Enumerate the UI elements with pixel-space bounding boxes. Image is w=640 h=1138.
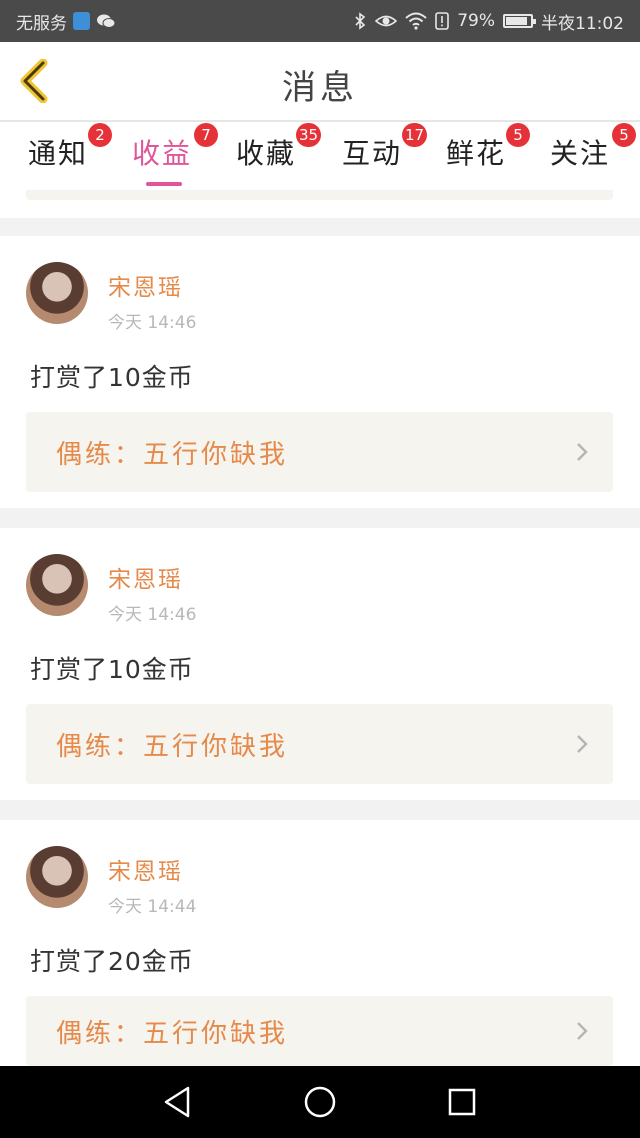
avatar[interactable] <box>26 262 88 324</box>
message-card: 宋恩瑶 今天 14:44 打赏了20金币 偶练：五行你缺我 <box>0 820 640 1066</box>
sim-alert-icon <box>435 12 450 30</box>
message-time: 今天 14:46 <box>108 605 197 625</box>
back-triangle-icon[interactable] <box>160 1084 196 1120</box>
tab-bar: 通知 2 收益 7 收藏 35 互动 17 鲜花 5 关注 5 <box>0 122 640 190</box>
tab-badge: 5 <box>612 123 636 147</box>
tab-earnings[interactable]: 收益 7 <box>132 123 218 186</box>
bluetooth-icon <box>355 12 366 30</box>
wifi-icon <box>405 12 427 30</box>
message-text: 打赏了10金币 <box>30 363 194 392</box>
tab-interaction[interactable]: 互动 17 <box>342 123 428 182</box>
tab-favorites[interactable]: 收藏 35 <box>236 123 322 182</box>
carrier-label: 无服务 <box>16 13 67 34</box>
message-card: 宋恩瑶 今天 14:46 打赏了10金币 偶练：五行你缺我 <box>0 528 640 800</box>
page-title: 消息 <box>282 68 358 108</box>
battery-icon <box>503 14 536 28</box>
chevron-right-icon <box>577 1022 588 1040</box>
system-nav-bar <box>0 1066 640 1138</box>
status-bar: 无服务 79% 半夜11:02 <box>0 0 640 42</box>
work-link-label: 偶练：五行你缺我 <box>56 439 289 470</box>
sender-name[interactable]: 宋恩瑶 <box>108 852 183 886</box>
tab-label: 鲜花 <box>446 137 507 170</box>
work-link-label: 偶练：五行你缺我 <box>56 1018 289 1049</box>
battery-fill <box>506 17 527 25</box>
clock: 半夜11:02 <box>541 13 624 34</box>
tab-badge: 5 <box>506 123 530 147</box>
tab-label: 通知 <box>28 137 89 170</box>
tab-label: 互动 <box>342 137 403 170</box>
header: 消息 <box>0 42 640 120</box>
message-text: 打赏了10金币 <box>30 655 194 684</box>
section-divider <box>0 508 640 528</box>
work-link[interactable]: 偶练：五行你缺我 <box>26 412 613 492</box>
active-tab-indicator <box>146 182 182 186</box>
tab-badge: 35 <box>296 123 322 147</box>
message-card: 宋恩瑶 今天 14:46 打赏了10金币 偶练：五行你缺我 <box>0 236 640 508</box>
tab-label: 收益 <box>132 137 193 170</box>
section-divider <box>0 800 640 820</box>
avatar[interactable] <box>26 846 88 908</box>
sender-name[interactable]: 宋恩瑶 <box>108 268 183 302</box>
message-text: 打赏了20金币 <box>30 947 194 976</box>
previous-link-box-edge <box>26 190 613 200</box>
tab-label: 关注 <box>550 137 611 170</box>
work-link[interactable]: 偶练：五行你缺我 <box>26 996 613 1066</box>
avatar[interactable] <box>26 554 88 616</box>
tab-notice[interactable]: 通知 2 <box>28 123 112 182</box>
recents-square-icon[interactable] <box>444 1084 480 1120</box>
sender-name[interactable]: 宋恩瑶 <box>108 560 183 594</box>
battery-percent: 79% <box>457 11 495 31</box>
work-link[interactable]: 偶练：五行你缺我 <box>26 704 613 784</box>
message-time: 今天 14:44 <box>108 897 197 917</box>
work-link-label: 偶练：五行你缺我 <box>56 731 289 762</box>
section-divider <box>0 218 640 236</box>
tab-flowers[interactable]: 鲜花 5 <box>446 123 530 182</box>
message-time: 今天 14:46 <box>108 313 197 333</box>
wechat-icon <box>97 14 116 28</box>
tab-badge: 2 <box>88 123 112 147</box>
tab-label: 收藏 <box>236 137 297 170</box>
chevron-right-icon <box>577 735 588 753</box>
tab-badge: 7 <box>194 123 218 147</box>
eye-icon <box>375 15 398 27</box>
tab-badge: 17 <box>402 123 428 147</box>
tab-follow[interactable]: 关注 5 <box>550 123 636 182</box>
home-circle-icon[interactable] <box>302 1084 338 1120</box>
chevron-right-icon <box>577 443 588 461</box>
shield-icon <box>73 12 90 30</box>
